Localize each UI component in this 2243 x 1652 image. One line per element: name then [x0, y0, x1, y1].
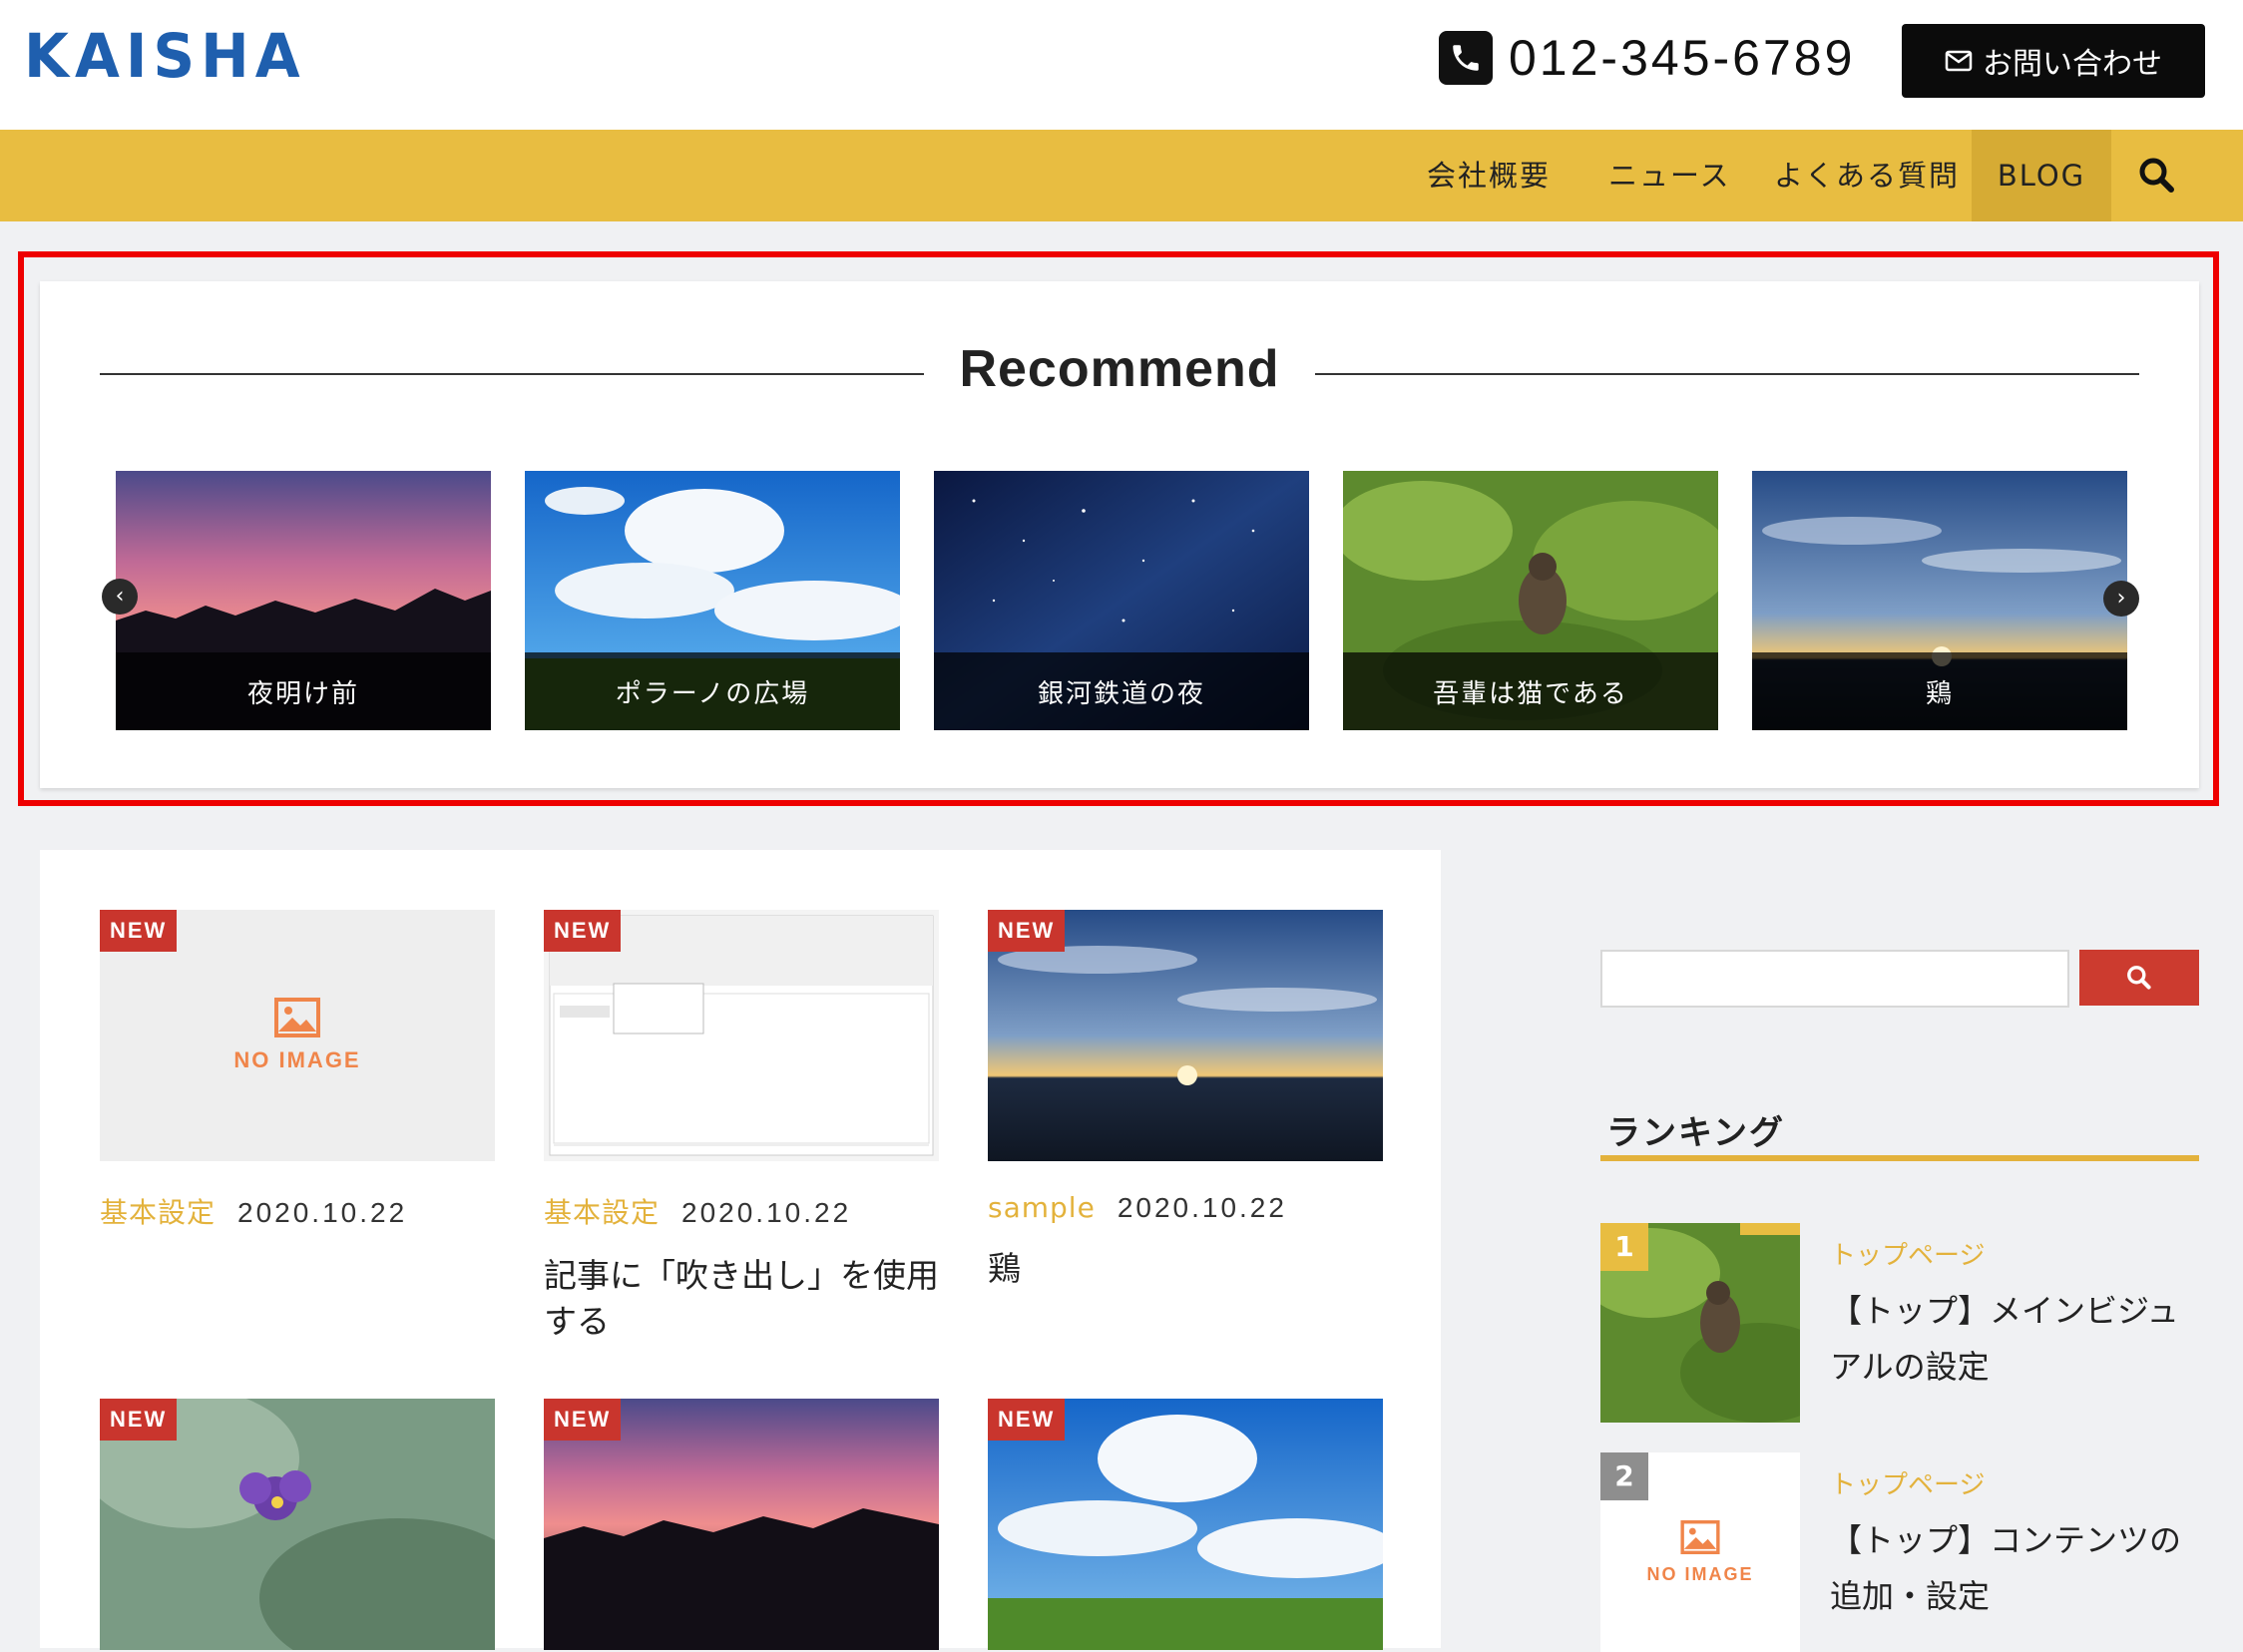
search-icon[interactable] — [2135, 154, 2179, 198]
post-date: 2020.10.22 — [1117, 1192, 1287, 1223]
ranking-category[interactable]: トップページ — [1830, 1464, 1985, 1501]
post-card[interactable]: NEW — [988, 1399, 1383, 1650]
post-thumbnail: NEW — [544, 1399, 939, 1650]
site-logo[interactable]: KAISHA — [24, 20, 306, 91]
site-header: KAISHA 012-345-6789 お問い合わせ — [0, 0, 2243, 130]
new-badge: NEW — [988, 910, 1066, 952]
mail-icon — [1945, 50, 1973, 72]
ranking-item[interactable]: 1 トップページ 【トップ】メインビジュアルの設定 — [1600, 1223, 2199, 1423]
rank-number: 2 — [1600, 1452, 1648, 1500]
post-thumbnail: NEW — [988, 910, 1383, 1161]
post-meta: sample 2020.10.22 — [988, 1191, 1383, 1224]
phone-contact[interactable]: 012-345-6789 — [1439, 30, 1855, 86]
post-card[interactable]: NEW sample 2020.10.22 鶏 — [988, 910, 1383, 1292]
post-date: 2020.10.22 — [237, 1197, 408, 1228]
post-meta: 基本設定 2020.10.22 — [100, 1191, 495, 1231]
new-badge: NEW — [988, 1399, 1066, 1441]
nav-item-blog[interactable]: BLOG — [1972, 130, 2111, 221]
new-badge: NEW — [100, 910, 178, 952]
post-category[interactable]: 基本設定 — [544, 1196, 660, 1229]
post-card[interactable]: NEW 基本設定 2020.10.22 記事に「吹き出し」を使用する — [544, 910, 939, 1345]
ranking-title[interactable]: 【トップ】メインビジュアルの設定 — [1830, 1283, 2199, 1395]
post-card[interactable]: NEW — [100, 1399, 495, 1650]
new-badge: NEW — [100, 1399, 178, 1441]
post-list: NO IMAGE NEW 基本設定 2020.10.22 NEW 基本設定 2020… — [40, 850, 1441, 1650]
sidebar-search-button[interactable] — [2079, 950, 2199, 1006]
phone-icon — [1439, 31, 1493, 85]
post-meta: 基本設定 2020.10.22 — [544, 1191, 939, 1231]
post-title[interactable]: 記事に「吹き出し」を使用する — [544, 1253, 939, 1345]
phone-number: 012-345-6789 — [1509, 30, 1856, 86]
nav-item-company[interactable]: 会社概要 — [1427, 130, 1551, 221]
post-title[interactable]: 鶏 — [988, 1246, 1383, 1292]
contact-button[interactable]: お問い合わせ — [1902, 24, 2205, 98]
global-nav: 会社概要 ニュース よくある質問 BLOG — [0, 130, 2243, 221]
post-thumbnail: NEW — [544, 910, 939, 1161]
ranking-heading: ランキング — [1606, 1113, 1785, 1153]
ranking-title[interactable]: 【トップ】コンテンツの追加・設定 — [1830, 1512, 2199, 1624]
new-badge: NEW — [544, 1399, 622, 1441]
ranking-category[interactable]: トップページ — [1830, 1235, 1985, 1272]
ranking-item[interactable]: NO IMAGE 2 トップページ 【トップ】コンテンツの追加・設定 — [1600, 1452, 2199, 1652]
highlight-frame — [18, 251, 2219, 806]
post-thumbnail: NEW — [988, 1399, 1383, 1650]
post-date: 2020.10.22 — [681, 1197, 852, 1228]
image-icon — [274, 998, 320, 1037]
post-category[interactable]: 基本設定 — [100, 1196, 216, 1229]
sidebar-search-input[interactable] — [1600, 950, 2069, 1008]
ranking-underline — [1600, 1155, 2199, 1161]
post-card[interactable]: NEW — [544, 1399, 939, 1650]
post-thumbnail: NEW — [100, 1399, 495, 1650]
no-image-label: NO IMAGE — [1646, 1563, 1754, 1584]
post-thumbnail: NO IMAGE NEW — [100, 910, 495, 1161]
post-category[interactable]: sample — [988, 1191, 1096, 1224]
nav-item-faq[interactable]: よくある質問 — [1774, 130, 1960, 221]
search-icon — [2127, 966, 2151, 990]
new-badge: NEW — [544, 910, 622, 952]
contact-label: お問い合わせ — [1983, 47, 2162, 82]
rank-number: 1 — [1600, 1223, 1648, 1271]
post-card[interactable]: NO IMAGE NEW 基本設定 2020.10.22 — [100, 910, 495, 1231]
image-icon — [1680, 1519, 1720, 1554]
no-image-label: NO IMAGE — [233, 1047, 361, 1072]
nav-item-news[interactable]: ニュース — [1608, 130, 1731, 221]
